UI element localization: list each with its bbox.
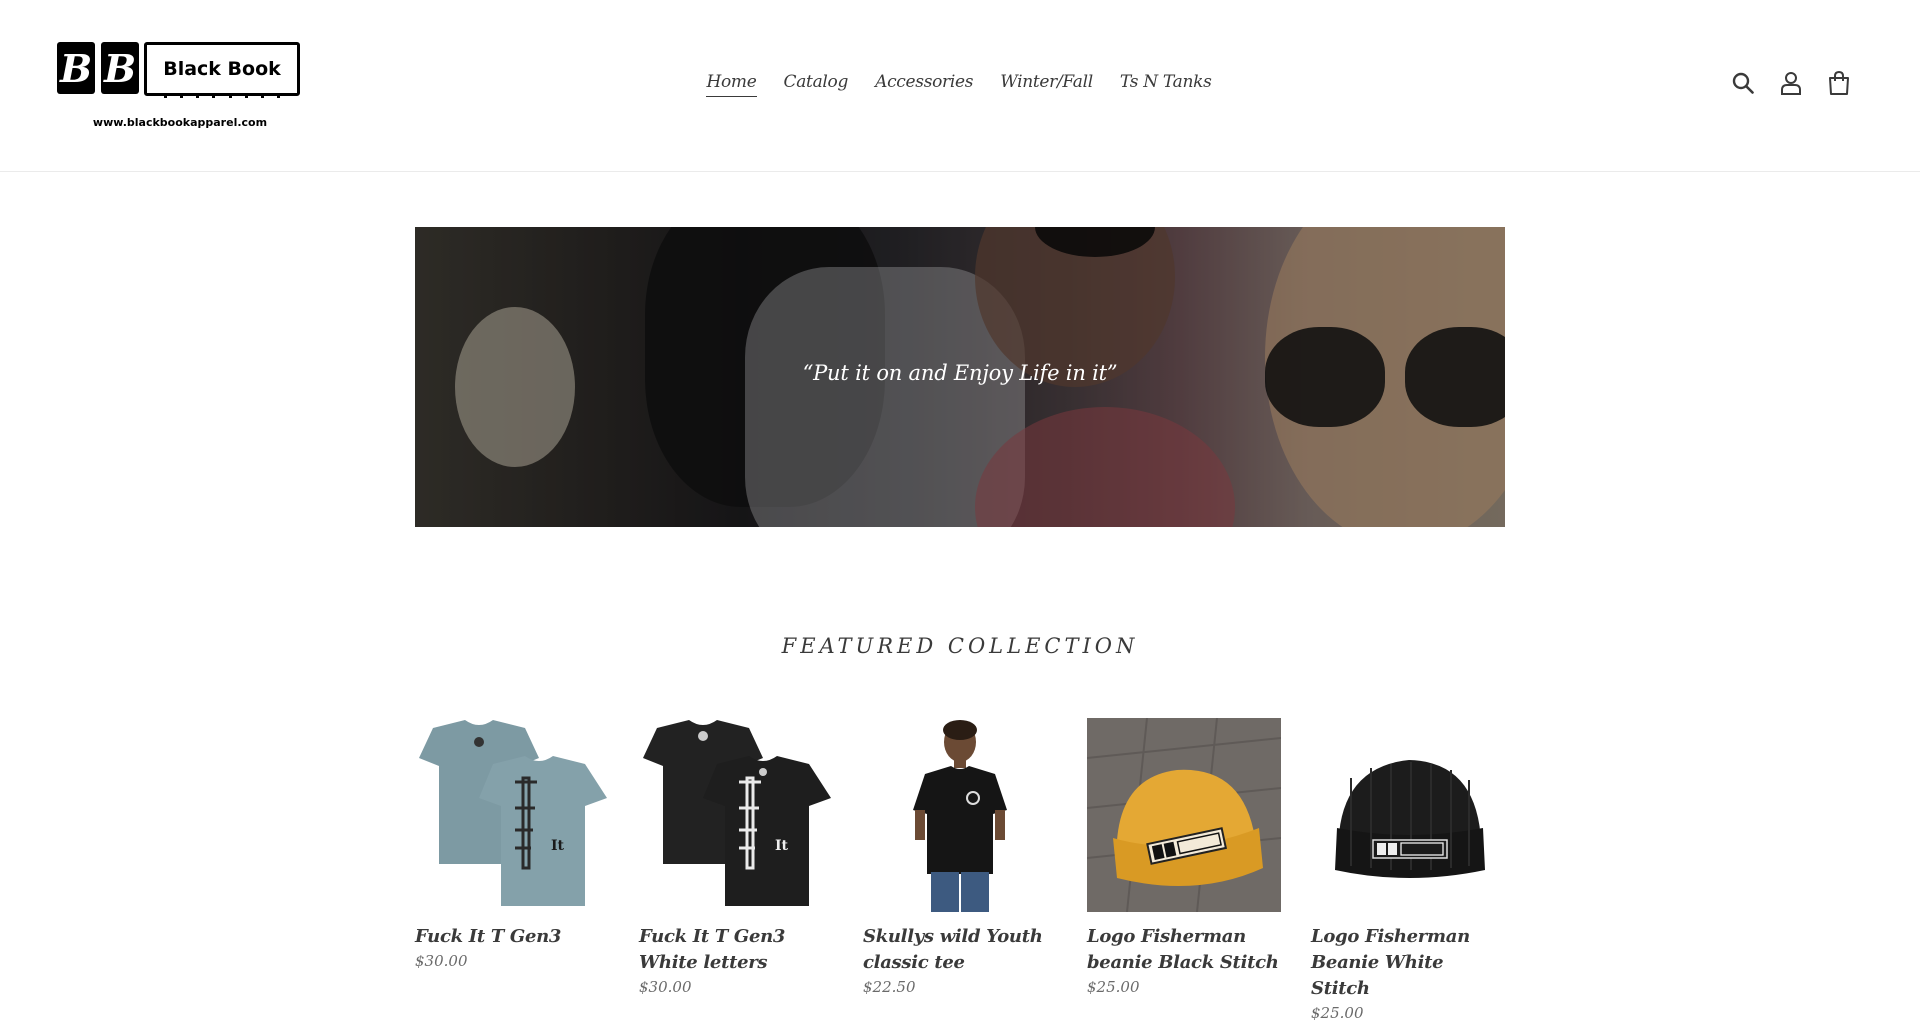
product-title[interactable]: Fuck It T Gen3	[415, 924, 609, 950]
product-image[interactable]: It	[415, 718, 609, 912]
svg-text:It: It	[775, 838, 789, 854]
product-grid: It Fuck It T Gen3 $30.00 It Fuck It T Ge…	[415, 718, 1505, 1024]
main-nav: Home Catalog Accessories Winter/Fall Ts …	[0, 72, 1920, 97]
product-title[interactable]: Fuck It T Gen3 White letters	[639, 924, 833, 976]
nav-catalog[interactable]: Catalog	[784, 72, 849, 97]
product-image[interactable]	[1311, 718, 1505, 912]
nav-ts-n-tanks[interactable]: Ts N Tanks	[1120, 72, 1212, 97]
product-card[interactable]: Skullys wild Youth classic tee $22.50	[863, 718, 1057, 1024]
nav-winter-fall[interactable]: Winter/Fall	[1000, 72, 1093, 97]
product-card[interactable]: It Fuck It T Gen3 White letters $30.00	[639, 718, 833, 1024]
account-icon[interactable]	[1778, 70, 1804, 96]
product-image[interactable]: It	[639, 718, 833, 912]
product-price: $22.50	[863, 978, 916, 996]
product-title[interactable]: Logo Fisherman Beanie White Stitch	[1311, 924, 1505, 1002]
product-card[interactable]: Logo Fisherman Beanie White Stitch $25.0…	[1311, 718, 1505, 1024]
hero-banner[interactable]: “Put it on and Enjoy Life in it”	[415, 227, 1505, 527]
product-price: $30.00	[415, 952, 468, 970]
search-icon[interactable]	[1730, 70, 1756, 96]
site-header: B B Black Book www.blackbookapparel.com …	[0, 0, 1920, 172]
nav-accessories[interactable]: Accessories	[875, 72, 973, 97]
cart-icon[interactable]	[1826, 70, 1852, 96]
product-price: $25.00	[1311, 1004, 1364, 1022]
svg-text:It: It	[551, 838, 565, 854]
product-image[interactable]	[1087, 718, 1281, 912]
header-actions	[1730, 70, 1852, 96]
product-image[interactable]	[863, 718, 1057, 912]
product-title[interactable]: Skullys wild Youth classic tee	[863, 924, 1057, 976]
logo-url: www.blackbookapparel.com	[92, 116, 268, 129]
nav-home[interactable]: Home	[706, 72, 757, 97]
product-card[interactable]: It Fuck It T Gen3 $30.00	[415, 718, 609, 1024]
product-price: $30.00	[639, 978, 692, 996]
product-title[interactable]: Logo Fisherman beanie Black Stitch	[1087, 924, 1281, 976]
featured-collection-title: FEATURED COLLECTION	[781, 634, 1139, 658]
product-card[interactable]: Logo Fisherman beanie Black Stitch $25.0…	[1087, 718, 1281, 1024]
hero-caption: “Put it on and Enjoy Life in it”	[802, 361, 1118, 385]
product-price: $25.00	[1087, 978, 1140, 996]
